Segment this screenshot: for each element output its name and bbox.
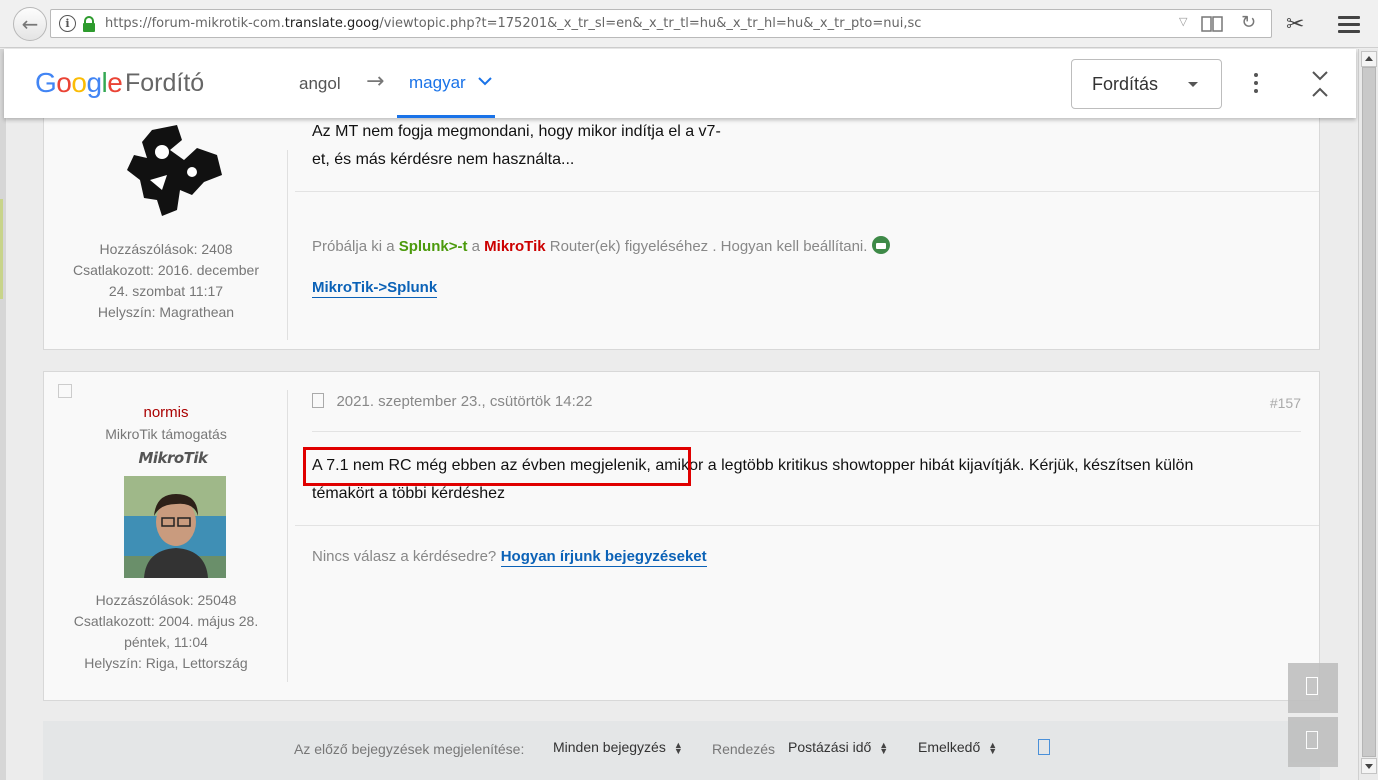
scroll-button[interactable] — [1288, 717, 1338, 767]
chevron-down-icon[interactable] — [478, 76, 492, 86]
forum-post: normis MikroTik támogatás MikroTik Hozzá… — [43, 371, 1320, 701]
post-date: 2021. szeptember 23., csütörtök 14:22 — [336, 393, 593, 410]
post-body: Az MT nem fogja megmondani, hogy mikor i… — [312, 118, 1301, 174]
google-logo: Google — [35, 67, 123, 98]
page-viewport: Hozzászólások: 2408 Csatlakozott: 2016. … — [0, 49, 1358, 780]
dropdown-caret-icon — [1188, 82, 1198, 87]
url-text[interactable]: https://forum-mikrotik-com.translate.goo… — [105, 16, 921, 31]
sort-bar: Az előző bejegyzések megjelenítése: Mind… — [43, 721, 1320, 780]
divider — [287, 150, 288, 340]
go-button-icon[interactable] — [1038, 739, 1050, 755]
url-dropdown-icon[interactable]: ▽ — [1179, 15, 1187, 28]
display-value: Minden bejegyzés — [553, 739, 666, 755]
post-signature: Nincs válasz a kérdésedre? Hogyan írjunk… — [312, 548, 1301, 567]
order-value: Emelkedő — [918, 739, 981, 755]
mikrotik-splunk-link[interactable]: MikroTik->Splunk — [312, 279, 438, 298]
divider — [295, 525, 1319, 526]
sort-select[interactable]: Postázási idő ▲ ▼ — [788, 739, 889, 757]
user-avatar-image — [127, 125, 222, 216]
sort-value: Postázási idő — [788, 739, 872, 755]
post-signature: Próbálja ki a Splunk>-t a MikroTik Route… — [312, 236, 1301, 298]
post-content-line: et, és más kérdésre nem használta... — [312, 151, 575, 168]
reload-icon[interactable]: ↻ — [1241, 12, 1256, 33]
select-arrows-icon: ▲ ▼ — [988, 740, 998, 757]
signature-text: Próbálja ki a — [312, 238, 395, 255]
order-select[interactable]: Emelkedő ▲ ▼ — [918, 739, 998, 757]
display-select[interactable]: Minden bejegyzés ▲ ▼ — [553, 739, 683, 757]
google-translate-bar: Google Fordító angol → magyar Fordítás — [4, 49, 1356, 118]
post-content-line: amikor a legtöbb kritikus showtopper hib… — [650, 457, 1194, 474]
scroll-button[interactable] — [1288, 663, 1338, 713]
post-content-line: Az MT nem fogja megmondani, hogy mikor i… — [312, 123, 721, 140]
post-header: 2021. szeptember 23., csütörtök 14:22 #1… — [312, 393, 1301, 417]
translate-product-name: Fordító — [125, 69, 205, 97]
back-arrow-icon[interactable]: ← — [13, 7, 47, 41]
scroll-down-arrow-icon[interactable] — [1361, 758, 1377, 774]
post-author-stats: Hozzászólások: 2408 Csatlakozott: 2016. … — [44, 239, 288, 323]
divider — [287, 390, 288, 682]
grin-emoji-icon — [871, 236, 890, 254]
translate-mode-label: Fordítás — [1092, 74, 1159, 94]
file-icon — [1306, 677, 1318, 695]
user-avatar-photo — [124, 476, 226, 578]
select-arrows-icon: ▲ ▼ — [673, 740, 683, 757]
left-edge-strip — [0, 199, 3, 299]
browser-toolbar: ← i https://forum-mikrotik-com.translate… — [0, 0, 1378, 48]
target-language[interactable]: magyar — [409, 73, 466, 93]
post-content: Az MT nem fogja megmondani, hogy mikor i… — [312, 118, 1301, 174]
translate-mode-select[interactable]: Fordítás — [1071, 59, 1222, 109]
mikrotik-rank-badge: MikroTik — [138, 449, 208, 467]
scroll-up-arrow-icon[interactable] — [1361, 51, 1377, 67]
post-anchor-icon[interactable] — [58, 384, 72, 398]
post-author-stats: Hozzászólások: 25048 Csatlakozott: 2004.… — [44, 590, 288, 674]
arrow-right-icon: → — [366, 69, 385, 94]
lock-icon — [83, 16, 95, 32]
joined-date-cont: 24. szombat 11:17 — [108, 283, 224, 299]
red-highlight-box — [303, 447, 691, 486]
signature-text: Nincs válasz a kérdésedre? — [312, 548, 497, 565]
post-count: Hozzászólások: 2408 — [99, 241, 233, 257]
more-options-icon[interactable] — [1254, 73, 1258, 97]
location: Helyszín: Riga, Lettország — [84, 655, 248, 671]
scissors-icon[interactable]: ✂ — [1286, 12, 1304, 37]
info-icon[interactable]: i — [59, 15, 76, 32]
vertical-scrollbar[interactable] — [1358, 49, 1378, 780]
collapse-icon[interactable] — [1310, 69, 1330, 99]
post-number-link[interactable]: #157 — [1270, 395, 1301, 411]
signature-text: a — [471, 238, 480, 255]
joined-date-cont: péntek, 11:04 — [124, 634, 208, 650]
username-link[interactable]: normis — [44, 402, 288, 423]
splunk-link[interactable]: Splunk>-t — [399, 238, 468, 255]
signature-text: Router(ek) figyeléséhez . Hogyan kell be… — [549, 238, 868, 255]
target-language-underline — [397, 115, 495, 118]
user-rank: MikroTik támogatás — [105, 426, 227, 442]
divider — [312, 431, 1301, 432]
display-label: Az előző bejegyzések megjelenítése: — [294, 741, 525, 757]
url-domain: translate.goog — [284, 16, 380, 31]
file-icon — [1306, 731, 1318, 749]
joined-date: Csatlakozott: 2004. május 28. — [73, 613, 259, 629]
location: Helyszín: Magrathean — [97, 304, 235, 320]
joined-date: Csatlakozott: 2016. december — [73, 262, 259, 278]
left-edge — [0, 49, 6, 780]
select-arrows-icon: ▲ ▼ — [879, 740, 889, 757]
sort-label: Rendezés — [712, 741, 776, 757]
url-bar[interactable]: i https://forum-mikrotik-com.translate.g… — [50, 9, 1272, 38]
url-prefix: https://forum-mikrotik-com. — [105, 16, 285, 31]
post-count: Hozzászólások: 25048 — [95, 592, 237, 608]
source-language[interactable]: angol — [299, 74, 341, 94]
hamburger-menu-icon[interactable] — [1338, 16, 1360, 34]
post-file-icon — [312, 393, 324, 408]
how-to-post-link[interactable]: Hogyan írjunk bejegyzéseket — [500, 548, 707, 567]
mikrotik-link[interactable]: MikroTik — [484, 238, 545, 255]
url-path: /viewtopic.php?t=175201&_x_tr_sl=en&_x_t… — [379, 16, 922, 31]
scrollbar-thumb[interactable] — [1362, 67, 1376, 757]
reader-view-icon[interactable] — [1201, 15, 1223, 33]
divider — [295, 191, 1319, 192]
